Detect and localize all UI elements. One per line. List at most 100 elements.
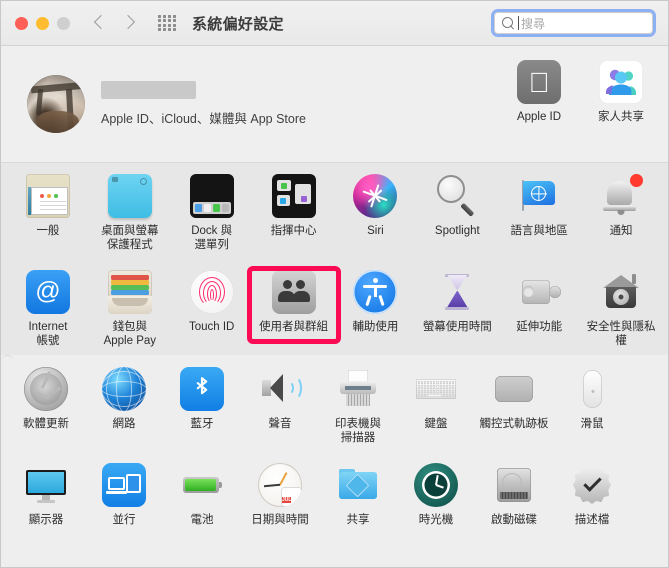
displays-icon — [24, 463, 68, 507]
pref-item-label: 安全性與隱私權 — [586, 321, 656, 347]
touch-id-icon — [189, 270, 234, 314]
pref-item-notifications[interactable]: 通知 — [580, 163, 662, 259]
pref-item-label: 觸控式軌跡板 — [479, 418, 549, 430]
mouse-icon — [570, 367, 614, 411]
pref-item-extensions[interactable]: 延伸功能 — [498, 259, 580, 355]
date-time-icon: JUL 17 — [258, 463, 302, 507]
sharing-icon — [336, 463, 380, 507]
pref-item-label: 延伸功能 — [516, 321, 563, 333]
internet-accounts-icon: @ — [25, 270, 70, 314]
pref-item-label: 電池 — [190, 514, 214, 526]
dock-menubar-icon — [189, 174, 234, 218]
pref-item-mouse[interactable]: 滑鼠 — [553, 356, 631, 452]
pref-item-profiles[interactable]: 描述檔 — [553, 452, 631, 548]
pref-item-displays[interactable]: 顯示器 — [7, 452, 85, 548]
network-icon — [102, 367, 146, 411]
account-text-block: Apple ID、iCloud、媒體與 App Store — [101, 81, 306, 127]
pref-item-date-time[interactable]: JUL 17 日期與時間 — [241, 452, 319, 548]
pref-item-dock-menubar[interactable]: Dock 與選單列 — [171, 163, 253, 259]
avatar-detail — [35, 88, 44, 116]
pref-item-label: 網路 — [112, 418, 136, 430]
pref-item-label: 描述檔 — [574, 514, 610, 526]
accessibility-icon — [353, 270, 398, 314]
pref-item-keyboard[interactable]: 鍵盤 — [397, 356, 475, 452]
pref-item-sound[interactable]: 聲音 — [241, 356, 319, 452]
close-button[interactable] — [15, 16, 28, 30]
pref-item-label: 一般 — [36, 225, 60, 237]
pref-item-label: 家人共享 — [598, 111, 644, 123]
pref-item-desktop-screensaver[interactable]: 桌面與螢幕 保護程式 — [89, 163, 171, 259]
pref-item-trackpad[interactable]: 觸控式軌跡板 — [475, 356, 553, 452]
pref-item-software-update[interactable]: 軟體更新 — [7, 356, 85, 452]
pref-item-spotlight[interactable]: Spotlight — [416, 163, 498, 259]
notifications-icon — [599, 174, 644, 218]
pref-item-startup-disk[interactable]: 啟動磁碟 — [475, 452, 553, 548]
pref-item-security-privacy[interactable]: 安全性與隱私權 — [580, 259, 662, 355]
calendar-month: JUL — [282, 497, 292, 503]
trackpad-icon — [492, 367, 536, 411]
pref-item-sharing[interactable]: 共享 — [319, 452, 397, 548]
time-machine-icon — [414, 463, 458, 507]
zoom-button[interactable] — [57, 16, 70, 30]
search-input[interactable]: 搜尋 — [494, 12, 653, 34]
avatar[interactable] — [27, 75, 85, 133]
pref-item-accessibility[interactable]: 輔助使用 — [335, 259, 417, 355]
notification-badge — [630, 174, 644, 187]
pref-item-apple-id[interactable]:  Apple ID — [502, 56, 576, 124]
pref-item-label: 顯示器 — [28, 514, 64, 526]
wallet-applepay-icon — [107, 270, 152, 314]
pref-item-users-groups[interactable]: 使用者與群組 — [253, 259, 335, 355]
pref-item-label: Apple ID — [516, 111, 562, 123]
preferences-section-hardware: 軟體更新 網路 藍牙 聲音 印表機與 掃描器 鍵盤 觸控式軌跡板 滑鼠 顯示器 … — [1, 355, 611, 526]
window-titlebar: 系統偏好設定 搜尋 — [1, 1, 668, 46]
pref-item-general[interactable]: 一般 — [7, 163, 89, 259]
traffic-light-group — [15, 16, 70, 30]
general-icon — [25, 174, 70, 218]
text-caret — [518, 16, 519, 30]
grid-view-icon[interactable] — [158, 15, 176, 31]
desktop-screensaver-icon — [107, 174, 152, 218]
pref-item-screen-time[interactable]: 螢幕使用時間 — [416, 259, 498, 355]
security-privacy-icon — [599, 270, 643, 314]
avatar-detail — [37, 111, 79, 133]
pref-item-internet-accounts[interactable]: @ Internet 帳號 — [7, 259, 89, 355]
pref-item-time-machine[interactable]: 時光機 — [397, 452, 475, 548]
keyboard-icon — [414, 367, 458, 411]
pref-item-mission-control[interactable]: 指揮中心 — [253, 163, 335, 259]
pref-item-label: 通知 — [609, 225, 633, 237]
pref-item-battery[interactable]: 電池 — [163, 452, 241, 548]
pref-item-label: 藍牙 — [190, 418, 214, 430]
pref-item-label: Siri — [367, 225, 384, 237]
pref-item-label: 使用者與群組 — [259, 321, 329, 333]
pref-item-label: Spotlight — [434, 225, 480, 237]
battery-icon — [180, 463, 224, 507]
software-update-icon — [24, 367, 68, 411]
back-chevron-icon[interactable] — [94, 14, 108, 32]
pref-item-label: 螢幕使用時間 — [422, 321, 492, 333]
pref-item-printers-scanners[interactable]: 印表機與 掃描器 — [319, 356, 397, 452]
pref-item-network[interactable]: 網路 — [85, 356, 163, 452]
pref-item-label: 指揮中心 — [270, 225, 317, 237]
bluetooth-icon — [180, 367, 224, 411]
search-placeholder: 搜尋 — [521, 16, 546, 31]
search-field-wrapper[interactable]: 搜尋 — [491, 9, 656, 37]
pref-item-family-sharing[interactable]: 家人共享 — [584, 56, 658, 124]
spotlight-icon — [435, 174, 479, 218]
pref-item-language-region[interactable]: 語言與地區 — [498, 163, 580, 259]
siri-icon — [353, 174, 398, 218]
pref-item-wallet-applepay[interactable]: 錢包與 Apple Pay — [89, 259, 171, 355]
account-subtitle: Apple ID、iCloud、媒體與 App Store — [101, 112, 306, 126]
forward-chevron-icon[interactable] — [122, 14, 136, 32]
pref-item-siri[interactable]: Siri — [335, 163, 417, 259]
pref-item-sidecar[interactable]: 並行 — [85, 452, 163, 548]
minimize-button[interactable] — [36, 16, 49, 30]
pref-item-label: Touch ID — [188, 321, 235, 333]
pref-item-bluetooth[interactable]: 藍牙 — [163, 356, 241, 452]
extensions-icon — [517, 270, 562, 314]
pref-item-label: 語言與地區 — [510, 225, 568, 237]
pref-item-label: 錢包與 Apple Pay — [103, 321, 157, 347]
apple-id-account-row[interactable]: Apple ID、iCloud、媒體與 App Store  Apple ID — [1, 46, 668, 163]
pref-item-touch-id[interactable]: Touch ID — [171, 259, 253, 355]
language-region-icon — [517, 174, 561, 218]
pref-item-label: 共享 — [346, 514, 370, 526]
